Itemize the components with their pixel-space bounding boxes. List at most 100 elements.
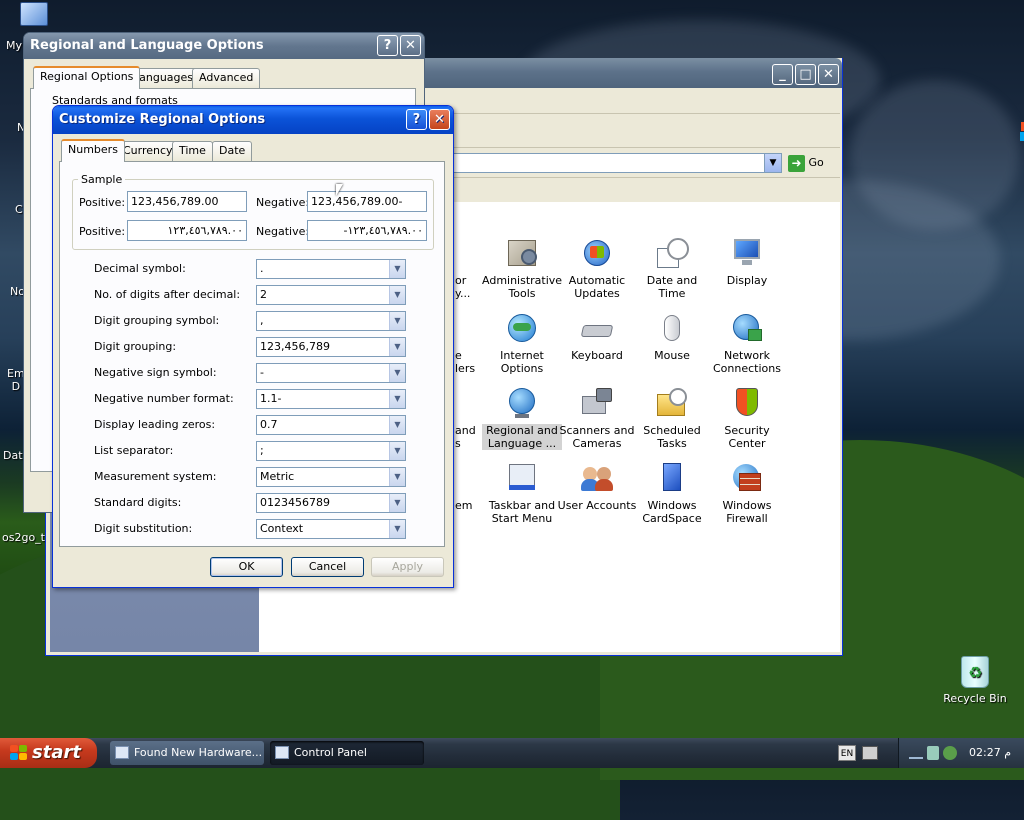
cp-item-regional-and-language[interactable]: Regional and Language ... (482, 386, 562, 450)
close-button[interactable]: ✕ (818, 64, 839, 85)
customize-titlebar[interactable]: Customize Regional Options ? ✕ (53, 106, 453, 134)
cp-item-internet-options[interactable]: Internet Options (482, 311, 562, 375)
cp-item-user-accounts[interactable]: User Accounts (557, 461, 637, 512)
standard-digits-combo[interactable]: 0123456789 ▼ (256, 493, 406, 513)
address-dropdown-arrow[interactable]: ▼ (764, 154, 781, 172)
chevron-down-icon[interactable]: ▼ (389, 286, 405, 304)
digit-grouping-symbol-combo[interactable]: , ▼ (256, 311, 406, 331)
regional-language-titlebar[interactable]: Regional and Language Options ? ✕ (24, 33, 424, 59)
digit-grouping-combo[interactable]: 123,456,789 ▼ (256, 337, 406, 357)
clock[interactable]: 02:27 م (969, 738, 1011, 768)
digits-after-decimal-combo[interactable]: 2 ▼ (256, 285, 406, 305)
combo-value: 0.7 (260, 418, 278, 431)
chevron-down-icon[interactable]: ▼ (389, 390, 405, 408)
chevron-down-icon[interactable]: ▼ (389, 364, 405, 382)
combo-value: Metric (260, 470, 295, 483)
chevron-down-icon[interactable]: ▼ (389, 520, 405, 538)
cp-item-display[interactable]: Display (707, 236, 787, 287)
keyboard-layout-icon[interactable] (862, 746, 878, 760)
windows-flag-icon (1019, 120, 1024, 141)
negative-sign-symbol-combo[interactable]: - ▼ (256, 363, 406, 383)
chevron-down-icon[interactable]: ▼ (389, 494, 405, 512)
cp-item-label: Scanners and Cameras (559, 424, 635, 450)
chevron-down-icon[interactable]: ▼ (389, 260, 405, 278)
go-button[interactable]: ➜ Go (788, 154, 838, 172)
cp-item-label: Keyboard (571, 349, 623, 362)
close-button[interactable]: ✕ (400, 35, 421, 56)
recycle-bin-label: Recycle Bin (943, 692, 1007, 705)
cp-item-automatic-updates[interactable]: Automatic Updates (557, 236, 637, 300)
start-label: start (32, 742, 81, 763)
tab-date[interactable]: Date (212, 141, 253, 161)
cp-item-date-and-time[interactable]: Date and Time (632, 236, 712, 300)
combo-value: Context (260, 522, 304, 535)
combo-value: 0123456789 (260, 496, 330, 509)
cp-item-label: Display (726, 274, 768, 287)
start-button[interactable]: start (0, 738, 97, 768)
cp-item-windows-cardspace[interactable]: Windows CardSpace (632, 461, 712, 525)
scheduled-tasks-icon (655, 386, 689, 420)
minimize-button[interactable]: _ (772, 64, 793, 85)
ok-button[interactable]: OK (210, 557, 283, 577)
tray-safely-remove-icon[interactable] (943, 746, 957, 760)
decimal-symbol-combo[interactable]: . ▼ (256, 259, 406, 279)
cp-item-administrative-tools[interactable]: Administrative Tools (482, 236, 562, 300)
cp-item-label: Windows Firewall (722, 499, 772, 525)
cp-item-label: Network Connections (713, 349, 781, 375)
cp-item-label: Internet Options (500, 349, 544, 375)
tab-numbers[interactable]: Numbers (61, 139, 125, 162)
cp-item-scheduled-tasks[interactable]: Scheduled Tasks (632, 386, 712, 450)
tab-advanced[interactable]: Advanced (192, 68, 261, 88)
windows-logo-icon (10, 745, 28, 761)
digit-substitution-combo[interactable]: Context ▼ (256, 519, 406, 539)
measurement-system-combo[interactable]: Metric ▼ (256, 467, 406, 487)
positive-label-2: Positive: (79, 225, 126, 238)
help-button[interactable]: ? (406, 109, 427, 130)
partial-label-2: e lers (455, 349, 476, 375)
cp-item-keyboard[interactable]: Keyboard (557, 311, 637, 362)
cp-item-mouse[interactable]: Mouse (632, 311, 712, 362)
regional-language-icon (505, 386, 539, 420)
cp-item-network-connections[interactable]: Network Connections (707, 311, 787, 375)
chevron-down-icon[interactable]: ▼ (389, 312, 405, 330)
tray-hardware-icon[interactable] (927, 746, 939, 760)
tab-time[interactable]: Time (172, 141, 213, 161)
display-icon (730, 236, 764, 270)
negative-number-format-combo[interactable]: 1.1- ▼ (256, 389, 406, 409)
list-separator-combo[interactable]: ; ▼ (256, 441, 406, 461)
tray-network-icon[interactable] (909, 747, 923, 759)
chevron-down-icon[interactable]: ▼ (389, 338, 405, 356)
maximize-button[interactable]: □ (795, 64, 816, 85)
chevron-down-icon[interactable]: ▼ (389, 468, 405, 486)
cp-item-windows-firewall[interactable]: Windows Firewall (707, 461, 787, 525)
cardspace-icon (655, 461, 689, 495)
positive-sample-1: 123,456,789.00 (127, 191, 247, 212)
tab-currency[interactable]: Currency (116, 141, 180, 161)
negative-sample-1: 123,456,789.00- (307, 191, 427, 212)
chevron-down-icon[interactable]: ▼ (389, 442, 405, 460)
negative-number-format-label: Negative number format: (94, 392, 234, 405)
chevron-down-icon[interactable]: ▼ (389, 416, 405, 434)
help-button[interactable]: ? (377, 35, 398, 56)
recycle-bin[interactable]: Recycle Bin (940, 656, 1010, 705)
measurement-system-label: Measurement system: (94, 470, 217, 483)
task-control-panel[interactable]: Control Panel (270, 741, 424, 765)
task-found-new-hardware[interactable]: Found New Hardware... (110, 741, 264, 765)
hardware-icon (115, 746, 129, 759)
tab-regional-options[interactable]: Regional Options (33, 66, 141, 89)
partial-label-4: em (455, 499, 473, 512)
display-leading-zeros-combo[interactable]: 0.7 ▼ (256, 415, 406, 435)
close-button[interactable]: ✕ (429, 109, 450, 130)
cp-item-taskbar-and-start-menu[interactable]: Taskbar and Start Menu (482, 461, 562, 525)
cancel-button[interactable]: Cancel (291, 557, 364, 577)
cp-item-security-center[interactable]: Security Center (707, 386, 787, 450)
user-accounts-icon (580, 461, 614, 495)
apply-button[interactable]: Apply (371, 557, 444, 577)
recycle-bin-icon (961, 656, 989, 688)
digit-substitution-label: Digit substitution: (94, 522, 193, 535)
cp-item-scanners-and-cameras[interactable]: Scanners and Cameras (557, 386, 637, 450)
network-connections-icon (730, 311, 764, 345)
language-indicator[interactable]: EN (838, 745, 856, 761)
desktop-icon-my-computer[interactable] (20, 2, 56, 32)
desktop-label-my: My (6, 39, 23, 52)
